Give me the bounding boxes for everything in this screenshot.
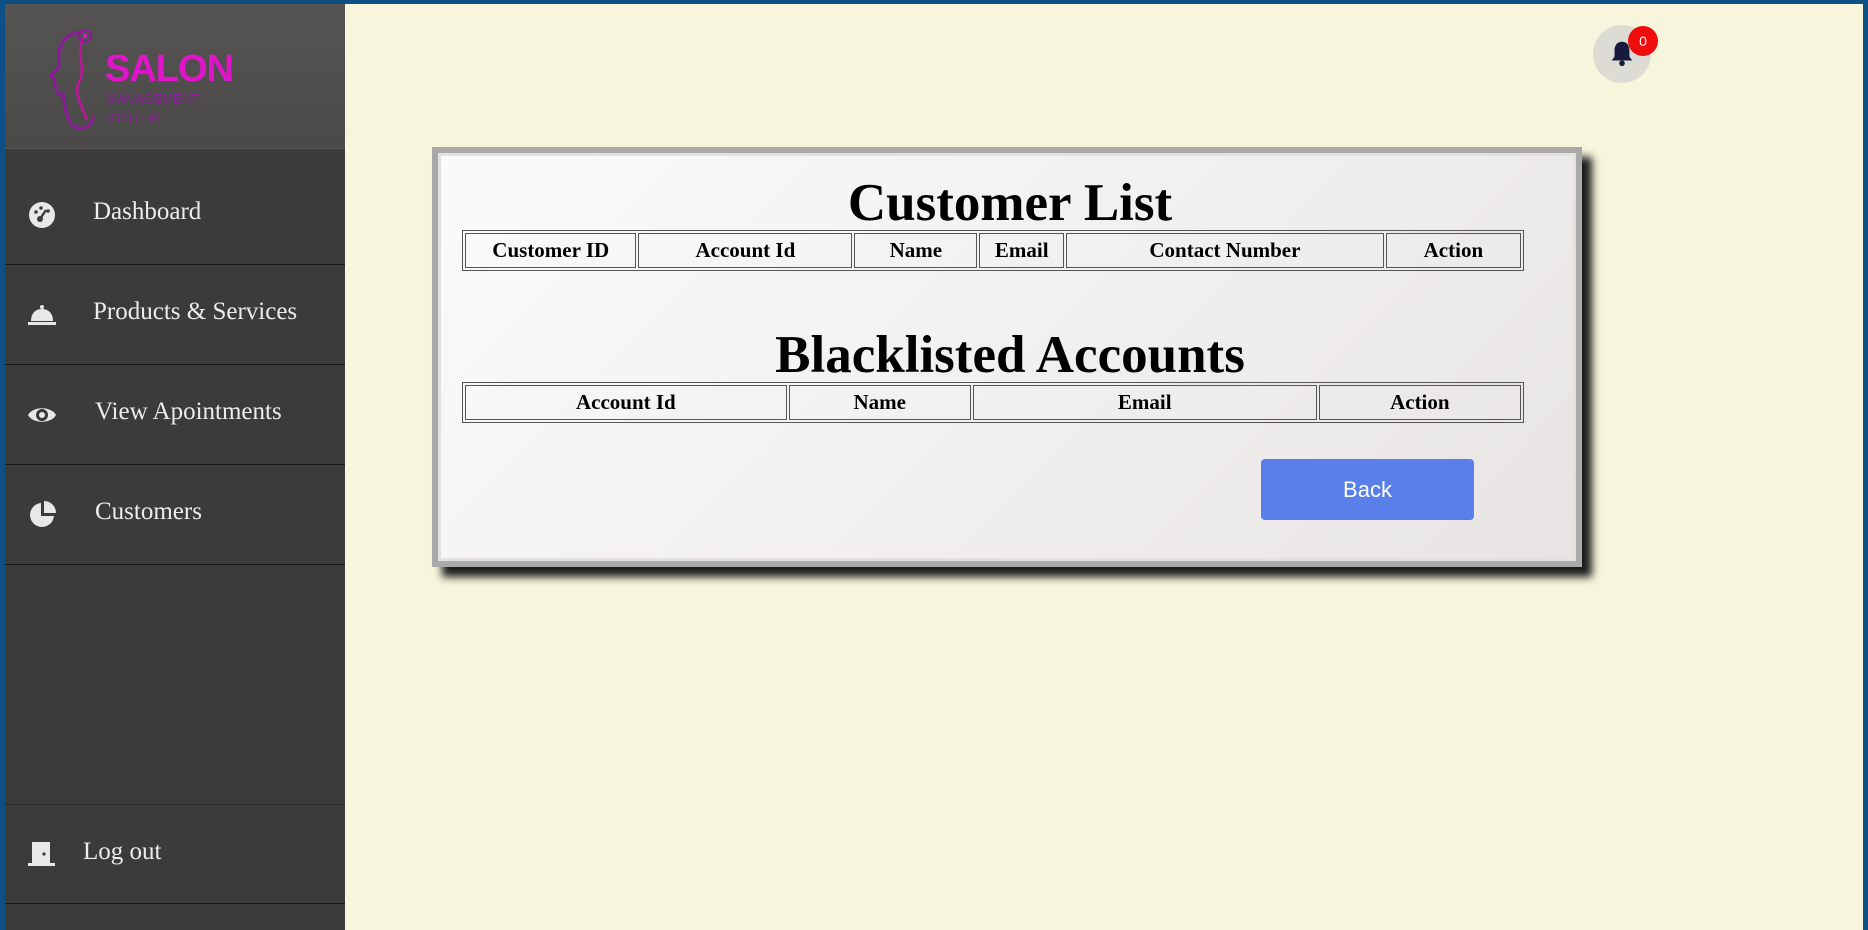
sidebar-item-label: Products & Services: [93, 298, 298, 325]
logout-label: Log out: [83, 838, 162, 865]
column-header: Contact Number: [1066, 233, 1384, 268]
column-header: Email: [979, 233, 1065, 268]
sidebar-item-label: View Apointments: [95, 398, 282, 425]
column-header: Name: [854, 233, 978, 268]
column-header: Name: [788, 385, 971, 420]
dashboard-gauge-icon: [29, 202, 55, 228]
logo: SALON MANAGEMENT SYSTEM: [5, 4, 345, 149]
sidebar-item-products-services[interactable]: Products & Services: [5, 265, 345, 365]
table-header-row: Account Id Name Email Action: [465, 385, 1521, 420]
column-header: Account Id: [638, 233, 853, 268]
pie-chart-icon: [30, 501, 56, 527]
customer-card: Customer List Customer ID Account Id Nam…: [432, 147, 1582, 567]
app-window: SALON MANAGEMENT SYSTEM Dashboard Produc…: [5, 4, 1863, 930]
back-button[interactable]: Back: [1261, 459, 1474, 520]
customer-list-table: Customer ID Account Id Name Email Contac…: [462, 230, 1524, 271]
brand-subtitle-line2: SYSTEM: [106, 110, 160, 125]
brand-name: SALON: [105, 48, 234, 90]
sidebar-item-view-appointments[interactable]: View Apointments: [5, 365, 345, 465]
card-inner: Customer List Customer ID Account Id Nam…: [438, 153, 1576, 561]
brand-subtitle: MANAGEMENT SYSTEM: [106, 89, 199, 127]
column-header: Account Id: [465, 385, 787, 420]
blacklisted-accounts-title: Blacklisted Accounts: [775, 326, 1245, 384]
sidebar-item-label: Customers: [95, 498, 202, 525]
column-header: Action: [1318, 385, 1521, 420]
door-icon: [28, 842, 55, 866]
logout-button[interactable]: Log out: [5, 804, 345, 904]
sidebar-item-dashboard[interactable]: Dashboard: [5, 165, 345, 265]
customer-list-title: Customer List: [847, 174, 1173, 232]
service-bell-icon: [28, 305, 56, 325]
eye-icon: [28, 408, 56, 422]
sidebar-item-customers[interactable]: Customers: [5, 465, 345, 565]
table-header-row: Customer ID Account Id Name Email Contac…: [465, 233, 1521, 268]
blacklisted-accounts-table: Account Id Name Email Action: [462, 382, 1524, 423]
notification-count-badge: 0: [1628, 26, 1658, 56]
sidebar: SALON MANAGEMENT SYSTEM Dashboard Produc…: [5, 4, 345, 930]
column-header: Action: [1385, 233, 1521, 268]
column-header: Customer ID: [465, 233, 637, 268]
column-header: Email: [972, 385, 1317, 420]
sidebar-item-label: Dashboard: [93, 198, 202, 225]
brand-subtitle-line1: MANAGEMENT: [106, 91, 200, 106]
salon-face-logo-icon: [49, 29, 95, 130]
